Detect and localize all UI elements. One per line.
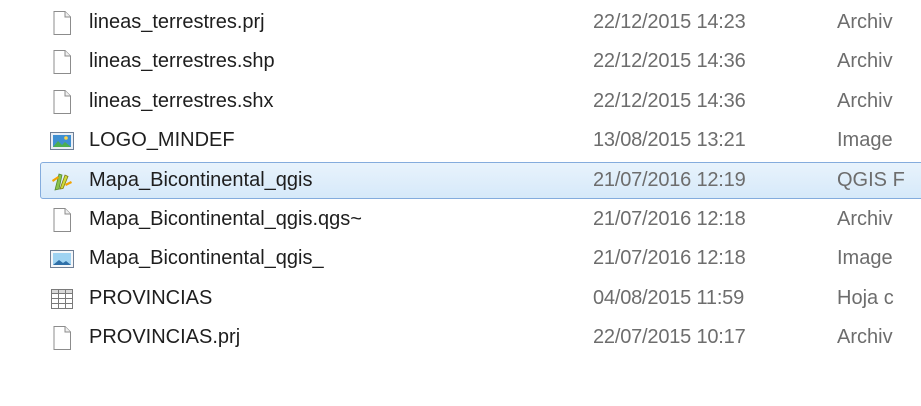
file-date: 22/07/2015 10:17 xyxy=(593,326,746,349)
file-row[interactable]: lineas_terrestres.shp 22/12/2015 14:36 A… xyxy=(0,43,921,80)
file-type: Hoja c xyxy=(837,286,894,309)
file-row[interactable]: LOGO_MINDEF 13/08/2015 13:21 Image xyxy=(0,122,921,159)
file-type: Archiv xyxy=(837,50,893,73)
file-type: Archiv xyxy=(837,207,893,230)
file-name: LOGO_MINDEF xyxy=(89,129,235,152)
generic-file-icon xyxy=(49,207,75,233)
image-file-icon xyxy=(49,128,75,154)
file-type: Image xyxy=(837,247,893,270)
file-date: 22/12/2015 14:36 xyxy=(593,89,746,112)
file-date: 21/07/2016 12:18 xyxy=(593,247,746,270)
generic-file-icon xyxy=(49,89,75,115)
file-name: PROVINCIAS xyxy=(89,286,213,309)
file-row[interactable]: PROVINCIAS 04/08/2015 11:59 Hoja c xyxy=(0,280,921,317)
spreadsheet-icon xyxy=(49,286,75,312)
landscape-image-icon xyxy=(49,246,75,272)
file-date: 22/12/2015 14:36 xyxy=(593,50,746,73)
file-row-selected[interactable]: Mapa_Bicontinental_qgis 21/07/2016 12:19… xyxy=(40,161,921,199)
file-name: lineas_terrestres.shx xyxy=(89,89,274,112)
file-name: lineas_terrestres.prj xyxy=(89,11,265,33)
file-type: Image xyxy=(837,129,893,152)
file-type: Archiv xyxy=(837,11,893,33)
file-row[interactable]: lineas_terrestres.shx 22/12/2015 14:36 A… xyxy=(0,83,921,120)
file-row[interactable]: lineas_terrestres.prj 22/12/2015 14:23 A… xyxy=(0,4,921,41)
file-name: Mapa_Bicontinental_qgis xyxy=(89,168,313,191)
file-type: Archiv xyxy=(837,326,893,349)
generic-file-icon xyxy=(49,49,75,75)
file-date: 21/07/2016 12:19 xyxy=(593,168,746,191)
file-row[interactable]: Mapa_Bicontinental_qgis_ 21/07/2016 12:1… xyxy=(0,240,921,277)
file-name: lineas_terrestres.shp xyxy=(89,50,275,73)
file-date: 21/07/2016 12:18 xyxy=(593,207,746,230)
file-name: Mapa_Bicontinental_qgis_ xyxy=(89,247,324,270)
generic-file-icon xyxy=(49,10,75,36)
file-row[interactable]: Mapa_Bicontinental_qgis.qgs~ 21/07/2016 … xyxy=(0,201,921,238)
file-date: 04/08/2015 11:59 xyxy=(593,286,745,309)
generic-file-icon xyxy=(49,325,75,351)
file-name: PROVINCIAS.prj xyxy=(89,326,241,349)
file-date: 13/08/2015 13:21 xyxy=(593,129,746,152)
file-type: QGIS F xyxy=(837,168,905,191)
file-list: lineas_terrestres.prj 22/12/2015 14:23 A… xyxy=(0,0,921,406)
file-row[interactable]: PROVINCIAS.prj 22/07/2015 10:17 Archiv xyxy=(0,319,921,356)
file-type: Archiv xyxy=(837,89,893,112)
file-name: Mapa_Bicontinental_qgis.qgs~ xyxy=(89,207,362,230)
file-date: 22/12/2015 14:23 xyxy=(593,11,746,33)
qgis-icon xyxy=(49,168,75,194)
